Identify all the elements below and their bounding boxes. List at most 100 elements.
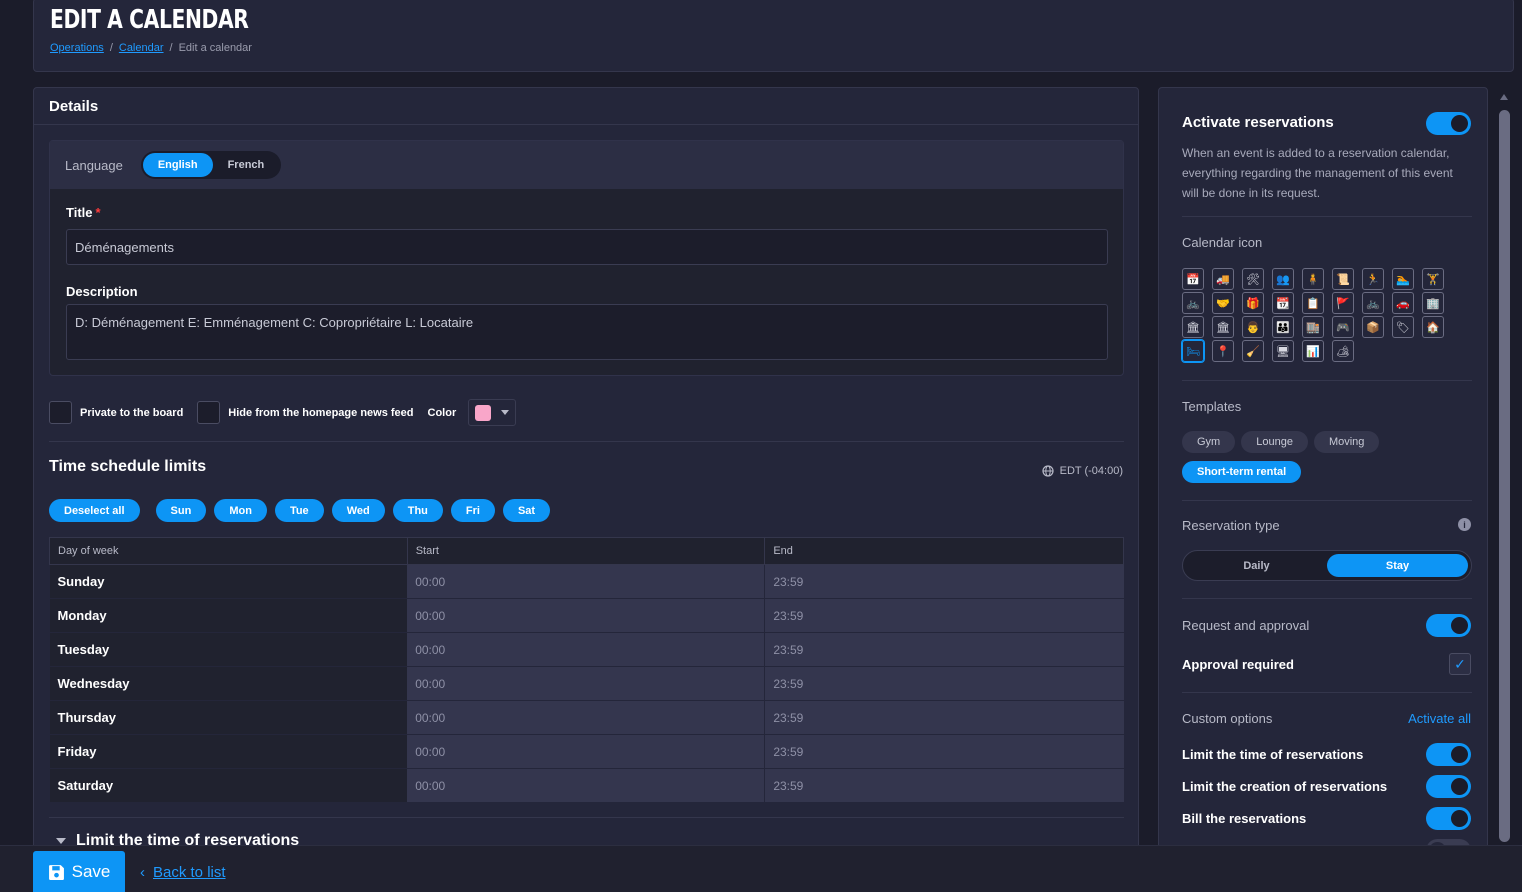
calendar-icon-option[interactable]: 📅 [1182,268,1204,290]
reservation-type-stay[interactable]: Stay [1327,554,1468,577]
calendar-icon-option[interactable]: 📋 [1302,292,1324,314]
calendar-icon-option[interactable]: 📊 [1302,340,1324,362]
start-time-input[interactable]: 00:00 [407,564,765,599]
calendar-icon-option[interactable]: 🏃 [1362,268,1384,290]
template-short-term-rental[interactable]: Short-term rental [1182,461,1302,483]
template-lounge[interactable]: Lounge [1241,431,1308,453]
end-time-input[interactable]: 23:59 [764,632,1124,667]
template-gym[interactable]: Gym [1182,431,1236,453]
hide-news-checkbox[interactable] [197,401,221,424]
calendar-icon-option[interactable]: 🏬 [1302,316,1324,338]
language-box: Language English French Title * Déménagem… [49,140,1124,376]
calendar-icon-option[interactable]: 🧹 [1242,340,1264,362]
title-field[interactable]: Déménagements [66,229,1108,265]
end-time-input[interactable]: 23:59 [764,768,1124,803]
breadcrumb-calendar[interactable]: Calendar [119,42,164,54]
end-time-input[interactable]: 23:59 [764,666,1124,701]
calendar-icon-option[interactable]: 📆 [1272,292,1294,314]
calendar-icon-option[interactable]: 🏋 [1422,268,1444,290]
calendar-icon-option[interactable]: 🚚 [1212,268,1234,290]
activate-reservations-toggle[interactable] [1426,112,1471,135]
info-icon[interactable]: i [1458,518,1471,531]
calendar-icon-option[interactable]: 🚗 [1392,292,1414,314]
activate-all-link[interactable]: Activate all [1408,711,1471,726]
limit-time-toggle[interactable] [1426,743,1471,766]
calendar-icon-option[interactable]: 🏢 [1422,292,1444,314]
calendar-icon-option[interactable]: 🏷 [1392,316,1414,338]
language-english[interactable]: English [142,153,213,177]
save-button[interactable]: Save [33,851,125,892]
custom-option-label: Bill the reservations [1182,811,1307,826]
calendar-icon-option[interactable]: 🏛 [1212,316,1234,338]
private-checkbox[interactable] [49,401,72,424]
description-label: Description [66,284,138,299]
calendar-icon-option[interactable]: 🖥 [1272,340,1294,362]
breadcrumb-operations[interactable]: Operations [50,42,104,54]
description-field[interactable]: D: Déménagement E: Emménagement C: Copro… [66,304,1108,360]
calendar-icon-option[interactable]: 👥 [1272,268,1294,290]
scroll-up-icon[interactable] [1500,94,1508,100]
day-buttons: Deselect all Sun Mon Tue Wed Thu Fri Sat [49,499,551,522]
calendar-icon-option[interactable]: 🚩 [1332,292,1354,314]
limit-creation-toggle[interactable] [1426,775,1471,798]
calendar-icon-option[interactable]: 👪 [1272,316,1294,338]
reservation-type-daily[interactable]: Daily [1186,554,1327,577]
day-cell: Saturday [49,768,408,803]
template-moving[interactable]: Moving [1313,431,1380,453]
day-button-sun[interactable]: Sun [155,499,207,522]
divider [1182,500,1472,501]
calendar-icon-option[interactable]: 👨 [1242,316,1264,338]
end-time-input[interactable]: 23:59 [764,700,1124,735]
day-button-mon[interactable]: Mon [214,499,267,522]
end-time-input[interactable]: 23:59 [764,564,1124,599]
start-time-input[interactable]: 00:00 [407,700,765,735]
day-cell: Monday [49,598,408,633]
calendar-icon-option[interactable]: 🚲 [1362,292,1384,314]
day-button-thu[interactable]: Thu [392,499,443,522]
scrollbar-thumb[interactable] [1499,110,1510,842]
calendar-icon-option[interactable]: 🎮 [1332,316,1354,338]
calendar-icon-option[interactable]: 🎁 [1242,292,1264,314]
day-button-fri[interactable]: Fri [450,499,495,522]
request-approval-toggle[interactable] [1426,614,1471,637]
back-to-list-link[interactable]: ‹ Back to list [140,864,226,881]
day-cell: Friday [49,734,408,769]
calendar-icon-option[interactable]: 🤝 [1212,292,1234,314]
check-icon: ✓ [1454,655,1466,672]
calendar-icon-option[interactable]: 🛠 [1242,268,1264,290]
calendar-icon-option[interactable]: 📍 [1212,340,1234,362]
day-button-wed[interactable]: Wed [331,499,385,522]
timezone: EDT (-04:00) [1042,465,1123,477]
divider [49,441,1124,442]
globe-icon [1042,465,1054,477]
day-button-sat[interactable]: Sat [502,499,551,522]
language-french[interactable]: French [213,153,280,177]
start-time-input[interactable]: 00:00 [407,666,765,701]
language-bar: Language English French [50,141,1123,189]
calendar-icon-option[interactable]: 🏠 [1422,316,1444,338]
start-time-input[interactable]: 00:00 [407,768,765,803]
activate-reservations-text: When an event is added to a reservation … [1182,146,1453,200]
end-time-input[interactable]: 23:59 [764,734,1124,769]
calendar-icon-option[interactable]: 📜 [1332,268,1354,290]
day-button-tue[interactable]: Tue [274,499,324,522]
color-label: Color [427,406,457,419]
start-time-input[interactable]: 00:00 [407,734,765,769]
day-cell: Thursday [49,700,408,735]
calendar-icon-option[interactable]: 🏕 [1332,340,1354,362]
end-time-input[interactable]: 23:59 [764,598,1124,633]
deselect-all-button[interactable]: Deselect all [49,499,140,522]
calendar-icon-option[interactable]: 🏛 [1182,316,1204,338]
calendar-icon-option[interactable]: 🧍 [1302,268,1324,290]
calendar-icon-option[interactable]: 🏊 [1392,268,1414,290]
bill-reservations-toggle[interactable] [1426,807,1471,830]
calendar-icon-option[interactable]: 📦 [1362,316,1384,338]
approval-required-checkbox[interactable]: ✓ [1449,653,1471,675]
start-time-input[interactable]: 00:00 [407,632,765,667]
calendar-icon-option[interactable]: 🛏 [1182,340,1204,362]
color-picker[interactable] [468,399,517,426]
divider [1182,598,1472,599]
calendar-icon-option[interactable]: 🚲 [1182,292,1204,314]
back-to-list-label: Back to list [153,864,226,881]
start-time-input[interactable]: 00:00 [407,598,765,633]
